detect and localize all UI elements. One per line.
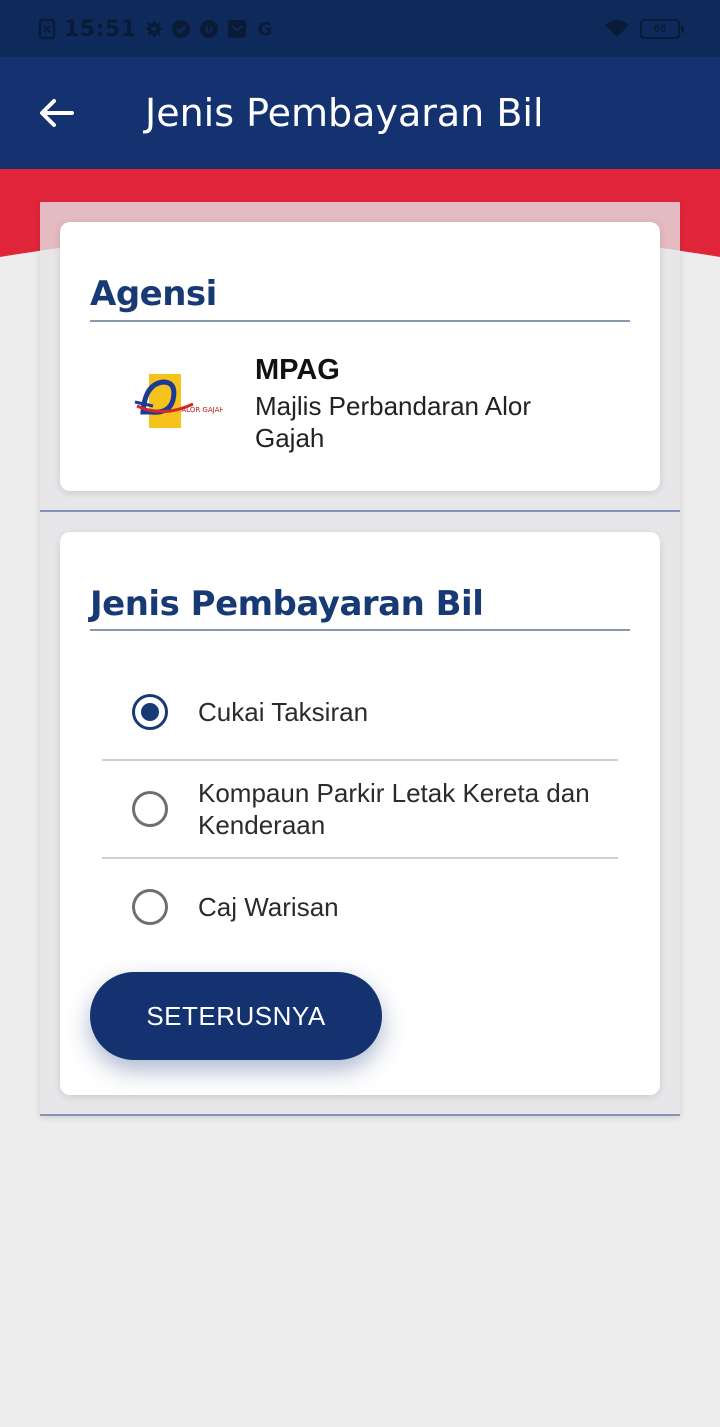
radio-option-kompaun-parkir[interactable]: Kompaun Parkir Letak Kereta dan Kenderaa… bbox=[102, 761, 618, 857]
radio-label: Cukai Taksiran bbox=[198, 697, 369, 727]
radio-label: Caj Warisan bbox=[198, 892, 339, 922]
radio-label: Kompaun Parkir Letak Kereta dan Kenderaa… bbox=[198, 778, 590, 840]
unknown-app-icon: U bbox=[199, 20, 218, 38]
status-bar: 15:51 U G 65 bbox=[0, 0, 720, 57]
payment-type-heading-rule bbox=[90, 629, 630, 631]
google-icon: G bbox=[257, 19, 272, 39]
agency-code: MPAG bbox=[255, 354, 340, 386]
content-panel: Agensi ALOR GAJAH MPAG Majlis Perbandara… bbox=[40, 202, 680, 1116]
mail-icon bbox=[227, 20, 246, 38]
location-icon bbox=[171, 20, 190, 38]
payment-type-heading: Jenis Pembayaran Bil bbox=[90, 584, 484, 624]
battery-icon: 65 bbox=[640, 19, 684, 39]
radio-option-caj-warisan[interactable]: Caj Warisan bbox=[102, 859, 618, 939]
radio-button[interactable] bbox=[132, 791, 168, 827]
next-button[interactable]: SETERUSNYA bbox=[90, 972, 382, 1060]
page-title: Jenis Pembayaran Bil bbox=[145, 91, 544, 135]
radio-button-selected[interactable] bbox=[132, 694, 168, 730]
agency-logo: ALOR GAJAH bbox=[134, 374, 223, 428]
status-time: 15:51 bbox=[64, 16, 137, 42]
svg-text:G: G bbox=[257, 19, 272, 39]
status-left: 15:51 U G bbox=[38, 14, 275, 44]
status-right: 65 bbox=[604, 14, 684, 44]
app-bar: Jenis Pembayaran Bil bbox=[0, 57, 720, 169]
agency-card: Agensi ALOR GAJAH MPAG Majlis Perbandara… bbox=[60, 222, 660, 491]
payment-type-card: Jenis Pembayaran Bil Cukai Taksiran Komp… bbox=[60, 532, 660, 1095]
radio-option-cukai-taksiran[interactable]: Cukai Taksiran bbox=[102, 672, 618, 752]
agency-name: Majlis Perbandaran Alor Gajah bbox=[255, 391, 532, 453]
arrow-left-icon[interactable] bbox=[36, 93, 76, 133]
radio-button[interactable] bbox=[132, 889, 168, 925]
agency-heading-rule bbox=[90, 320, 630, 322]
agency-heading: Agensi bbox=[90, 274, 217, 314]
wifi-icon bbox=[605, 20, 629, 37]
screenshot-icon bbox=[38, 18, 56, 40]
settings-icon bbox=[145, 21, 162, 37]
panel-divider bbox=[40, 510, 680, 512]
logo-text: ALOR GAJAH bbox=[181, 406, 223, 414]
svg-text:U: U bbox=[204, 25, 212, 36]
